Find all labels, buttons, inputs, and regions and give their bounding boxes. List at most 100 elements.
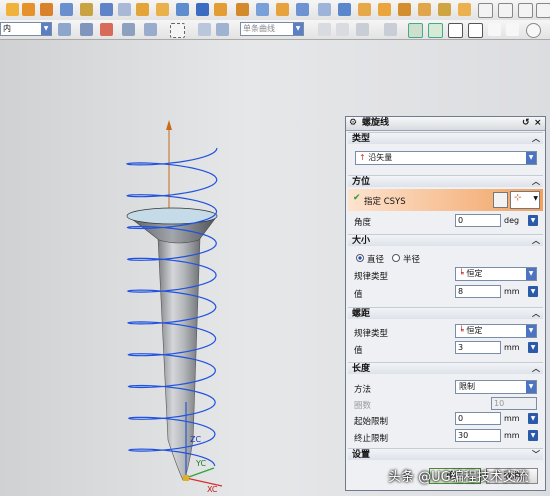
pitch-value-input[interactable]: 3 — [455, 341, 501, 354]
end-limit-input[interactable]: 30 — [455, 429, 501, 442]
revolve-icon[interactable] — [40, 3, 53, 16]
length-method-select[interactable]: 限制 ▼ — [455, 380, 537, 394]
select-all-icon[interactable] — [58, 23, 71, 36]
extrude-icon[interactable] — [22, 3, 35, 16]
deselect-icon[interactable] — [80, 23, 93, 36]
start-limit-input[interactable]: 0 — [455, 412, 501, 425]
csys-icon: ⊹ — [514, 193, 522, 203]
arc-tool-icon[interactable] — [506, 23, 519, 36]
plane-icon[interactable] — [536, 3, 550, 18]
mirror-icon[interactable] — [358, 3, 371, 16]
pitch-spin-button[interactable]: ▼ — [528, 342, 538, 353]
chevron-down-icon: ▼ — [41, 23, 51, 35]
zc-axis-label: ZC — [190, 435, 201, 444]
snap-point-icon[interactable] — [100, 23, 113, 36]
pitch-law-type-value: 恒定 — [466, 326, 483, 335]
csys-dialog-button[interactable] — [493, 192, 508, 208]
type-select[interactable]: ↑ 沿矢量 ▼ — [355, 151, 537, 165]
angle-unit: deg — [504, 216, 520, 225]
arrow-right-icon[interactable] — [384, 23, 397, 36]
circle-icon[interactable] — [518, 3, 533, 18]
size-value-input[interactable]: 8 — [455, 285, 501, 298]
selection-toolbar: 内 ▼ 单条曲线 ▼ — [0, 20, 550, 40]
snap-end-icon[interactable] — [122, 23, 135, 36]
reset-icon[interactable]: ↺ — [522, 117, 530, 130]
chamfer-icon[interactable] — [196, 3, 209, 16]
line-icon[interactable] — [478, 3, 493, 18]
size-spin-button[interactable]: ▼ — [528, 286, 538, 297]
unite-icon[interactable] — [398, 3, 411, 16]
line-tool-icon[interactable] — [448, 23, 463, 38]
trim-body-icon[interactable] — [256, 3, 269, 16]
type-filter-select[interactable]: 内 ▼ — [0, 22, 52, 36]
offset-face-icon[interactable] — [296, 3, 309, 16]
layer-icon[interactable] — [216, 23, 229, 36]
curve-tool-icon[interactable] — [488, 23, 501, 36]
snap-filter-select[interactable]: 单条曲线 ▼ — [240, 22, 304, 36]
settings-section-header[interactable]: 设置 ﹀ — [348, 448, 543, 460]
view-icon[interactable] — [198, 23, 211, 36]
csys-type-dropdown[interactable]: ⊹ ▼ — [510, 191, 540, 209]
close-icon[interactable]: × — [534, 117, 542, 130]
pitch-header-label: 螺距 — [352, 309, 371, 319]
snap-filter-value: 单条曲线 — [243, 24, 275, 33]
sew-icon[interactable] — [318, 3, 331, 16]
length-section-header[interactable]: 长度 ︿ — [348, 362, 543, 374]
hole-icon[interactable] — [60, 3, 73, 16]
snap-grid-icon[interactable] — [408, 23, 423, 38]
split-body-icon[interactable] — [276, 3, 289, 16]
radius-radio[interactable] — [392, 254, 400, 262]
sketch-icon[interactable] — [6, 3, 19, 16]
blend-icon[interactable] — [176, 3, 189, 16]
pitch-law-type-label: 规律类型 — [354, 329, 389, 339]
groove-icon[interactable] — [156, 3, 169, 16]
angle-spin-button[interactable]: ▼ — [528, 215, 538, 226]
specify-csys-row[interactable]: ✔ 指定 CSYS ⊹ ▼ — [348, 189, 543, 211]
snap-mid-icon[interactable] — [144, 23, 157, 36]
boss-icon[interactable] — [80, 3, 93, 16]
pattern-icon[interactable] — [338, 3, 351, 16]
dialog-title: 螺旋线 — [362, 118, 390, 128]
pad-icon[interactable] — [118, 3, 131, 16]
end-limit-spin-button[interactable]: ▼ — [528, 430, 538, 441]
size-law-type-select[interactable]: ╘ 恒定 ▼ — [455, 267, 537, 281]
draft-icon[interactable] — [236, 3, 249, 16]
type-section-header[interactable]: 类型 ︿ — [348, 132, 543, 144]
size-section-header[interactable]: 大小 ︿ — [348, 234, 543, 246]
subtract-icon[interactable] — [418, 3, 431, 16]
snap-control-icon[interactable] — [428, 23, 443, 38]
type-select-value: 沿矢量 — [368, 153, 393, 162]
start-limit-spin-button[interactable]: ▼ — [528, 413, 538, 424]
origin-handle[interactable] — [183, 475, 189, 481]
pitch-section-header[interactable]: 螺距 ︿ — [348, 307, 543, 319]
pocket-icon[interactable] — [100, 3, 113, 16]
top-toolbar — [0, 0, 550, 21]
chevron-down-icon: ▼ — [526, 152, 536, 164]
pitch-value-label: 值 — [354, 346, 363, 356]
gear-icon[interactable]: ⚙ — [349, 117, 357, 130]
arc-icon[interactable] — [498, 3, 513, 18]
circle-tool-icon[interactable] — [526, 23, 541, 38]
thread-icon[interactable] — [378, 3, 391, 16]
intersect-icon[interactable] — [438, 3, 451, 16]
orientation-header-label: 方位 — [352, 177, 371, 187]
size-header-label: 大小 — [352, 236, 371, 246]
intersection-point-icon[interactable] — [336, 23, 349, 36]
quadrant-icon[interactable] — [356, 23, 369, 36]
orientation-section-header[interactable]: 方位 ︿ — [348, 175, 543, 187]
pitch-law-type-select[interactable]: ╘ 恒定 ▼ — [455, 324, 537, 338]
point-icon[interactable] — [458, 3, 471, 16]
check-icon: ✔ — [353, 193, 361, 203]
diameter-radio[interactable] — [356, 254, 364, 262]
collapse-icon: ︿ — [532, 134, 540, 143]
rect-select-icon[interactable] — [170, 23, 185, 38]
diameter-radio-label: 直径 — [367, 255, 385, 265]
tangent-icon[interactable] — [318, 23, 331, 36]
shell-icon[interactable] — [214, 3, 227, 16]
slash-tool-icon[interactable] — [468, 23, 483, 38]
turns-input: 10 — [491, 397, 537, 410]
type-header-label: 类型 — [352, 134, 371, 144]
slot-icon[interactable] — [136, 3, 149, 16]
screw-head-top — [126, 207, 218, 225]
angle-input[interactable]: 0 — [455, 214, 501, 227]
